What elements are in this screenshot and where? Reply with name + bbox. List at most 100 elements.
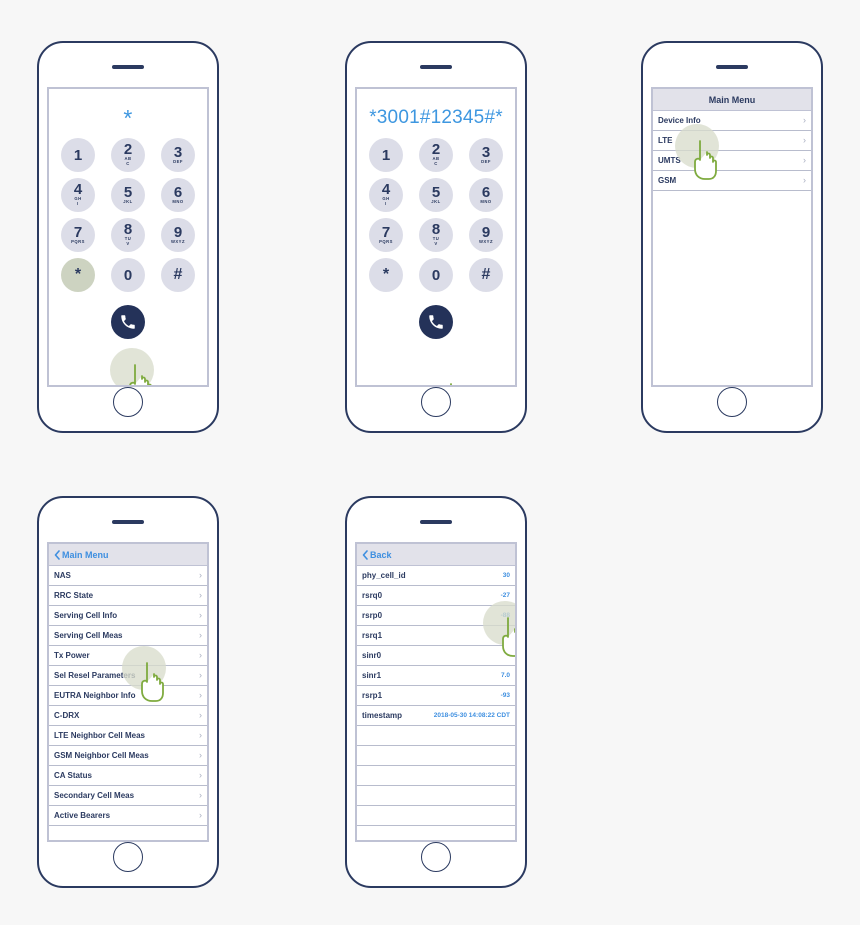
key-6-num: 6 (173, 183, 183, 201)
table-row (357, 806, 515, 826)
key-6-sub: MNO (480, 198, 492, 204)
row-label: timestamp (362, 711, 403, 720)
speaker-grille-icon (716, 65, 748, 69)
key-4[interactable]: 4 GH I (61, 178, 95, 212)
list-item-label: LTE (658, 136, 673, 145)
key-2[interactable]: 2 AB C (419, 138, 453, 172)
list-item-label: Tx Power (54, 651, 90, 660)
key-8[interactable]: 8 TU V (111, 218, 145, 252)
home-button-icon[interactable] (113, 842, 143, 872)
key-0-num: 0 (431, 266, 441, 284)
chevron-right-icon: › (199, 610, 202, 620)
list-item-lte-neighbor-cell-meas[interactable]: LTE Neighbor Cell Meas › (49, 726, 207, 746)
row-label: sinr1 (362, 671, 382, 680)
key-star-glyph: * (382, 266, 390, 283)
list-item-label: C-DRX (54, 711, 80, 720)
list-item-secondary-cell-meas[interactable]: Secondary Cell Meas › (49, 786, 207, 806)
key-9[interactable]: 9 WXYZ (161, 218, 195, 252)
dial-display-code: *3001#12345#* (369, 107, 503, 128)
key-star[interactable]: * (61, 258, 95, 292)
key-2-sub: AB C (432, 156, 440, 166)
keypad[interactable]: 1 2 AB C 3 DEF 4 GH I 5 JKL 6 MNO 7 PQRS 8 TU V 9W… (51, 135, 205, 295)
key-3-num: 3 (481, 143, 491, 161)
key-2[interactable]: 2 AB C (111, 138, 145, 172)
home-button-icon[interactable] (717, 387, 747, 417)
key-5[interactable]: 5 JKL (111, 178, 145, 212)
list-item-eutra-neighbor-info[interactable]: EUTRA Neighbor Info › (49, 686, 207, 706)
list-item-device-info[interactable]: Device Info › (653, 111, 811, 131)
hand-pointer-icon (129, 364, 152, 385)
list-item-label: Secondary Cell Meas (54, 791, 135, 800)
chevron-right-icon: › (199, 650, 202, 660)
key-1[interactable]: 1 (369, 138, 403, 172)
key-1-num: 1 (381, 146, 391, 164)
list-item-nas[interactable]: NAS › (49, 566, 207, 586)
phone-handset-icon (429, 315, 443, 329)
back-button[interactable]: Main Menu (49, 550, 109, 560)
lte-submenu-list[interactable]: NAS › RRC State › Serving Cell Info › Servi… (49, 566, 207, 826)
key-4[interactable]: 4 GH I (369, 178, 403, 212)
call-button[interactable] (419, 305, 453, 339)
phone-serving-cell-meas: Back phy_cell_id 30 rsrq0 -27 rsrp0 -88 rsr… (345, 496, 527, 888)
key-9-num: 9 (173, 223, 183, 241)
key-hash[interactable]: # (161, 258, 195, 292)
key-1[interactable]: 1 (61, 138, 95, 172)
home-button-icon[interactable] (421, 842, 451, 872)
key-3[interactable]: 3 DEF (161, 138, 195, 172)
list-item-serving-cell-meas[interactable]: Serving Cell Meas › (49, 626, 207, 646)
phone2-screen: *3001#12345#* 1 2 AB C 3 DEF 4 GH I 5 JKL 6 MNO… (355, 87, 517, 387)
main-menu-header: Main Menu (653, 89, 811, 111)
chevron-right-icon: › (803, 155, 806, 165)
row-label: rsrq0 (362, 591, 383, 600)
key-7[interactable]: 7 PQRS (369, 218, 403, 252)
list-item-label: NAS (54, 571, 71, 580)
key-3[interactable]: 3 DEF (469, 138, 503, 172)
tap-halo (110, 348, 154, 385)
key-hash-glyph: # (481, 266, 491, 283)
list-item-lte[interactable]: LTE › (653, 131, 811, 151)
key-0[interactable]: 0 (419, 258, 453, 292)
chevron-right-icon: › (199, 710, 202, 720)
list-item-sel-resel-parameters[interactable]: Sel Resel Parameters › (49, 666, 207, 686)
lte-submenu-header: Main Menu (49, 544, 207, 566)
chevron-right-icon: › (803, 135, 806, 145)
table-row: rsrq1 (357, 626, 515, 646)
chevron-right-icon: › (803, 115, 806, 125)
key-0[interactable]: 0 (111, 258, 145, 292)
meas-header: Back (357, 544, 515, 566)
home-button-icon[interactable] (113, 387, 143, 417)
list-item-umts[interactable]: UMTS › (653, 151, 811, 171)
key-9[interactable]: 9 WXYZ (469, 218, 503, 252)
key-hash[interactable]: # (469, 258, 503, 292)
list-item-serving-cell-info[interactable]: Serving Cell Info › (49, 606, 207, 626)
home-button-icon[interactable] (421, 387, 451, 417)
phone-dialer-code: *3001#12345#* 1 2 AB C 3 DEF 4 GH I 5 JKL 6 MNO… (345, 41, 527, 433)
key-star-glyph: * (74, 266, 82, 283)
list-item-rrc-state[interactable]: RRC State › (49, 586, 207, 606)
list-item-c-drx[interactable]: C-DRX › (49, 706, 207, 726)
chevron-right-icon: › (199, 570, 202, 580)
list-item-tx-power[interactable]: Tx Power › (49, 646, 207, 666)
key-6[interactable]: 6 MNO (161, 178, 195, 212)
call-button[interactable] (111, 305, 145, 339)
keypad[interactable]: 1 2 AB C 3 DEF 4 GH I 5 JKL 6 MNO 7 PQRS 8 TU V 9W… (359, 135, 513, 295)
main-menu-list[interactable]: Device Info › LTE › UMTS › GSM › (653, 111, 811, 191)
row-value: -88 (500, 612, 510, 619)
chevron-right-icon: › (199, 810, 202, 820)
table-row: rsrq0 -27 (357, 586, 515, 606)
key-8[interactable]: 8 TU V (419, 218, 453, 252)
list-item-active-bearers[interactable]: Active Bearers › (49, 806, 207, 826)
list-item-ca-status[interactable]: CA Status › (49, 766, 207, 786)
key-6[interactable]: 6 MNO (469, 178, 503, 212)
list-item-gsm-neighbor-cell-meas[interactable]: GSM Neighbor Cell Meas › (49, 746, 207, 766)
chevron-right-icon: › (199, 670, 202, 680)
key-7[interactable]: 7 PQRS (61, 218, 95, 252)
table-row (357, 766, 515, 786)
speaker-grille-icon (112, 65, 144, 69)
key-star[interactable]: * (369, 258, 403, 292)
phone-handset-icon (121, 315, 135, 329)
list-item-gsm[interactable]: GSM › (653, 171, 811, 191)
key-8-num: 8 (431, 221, 441, 239)
key-5[interactable]: 5 JKL (419, 178, 453, 212)
back-button[interactable]: Back (357, 550, 392, 560)
